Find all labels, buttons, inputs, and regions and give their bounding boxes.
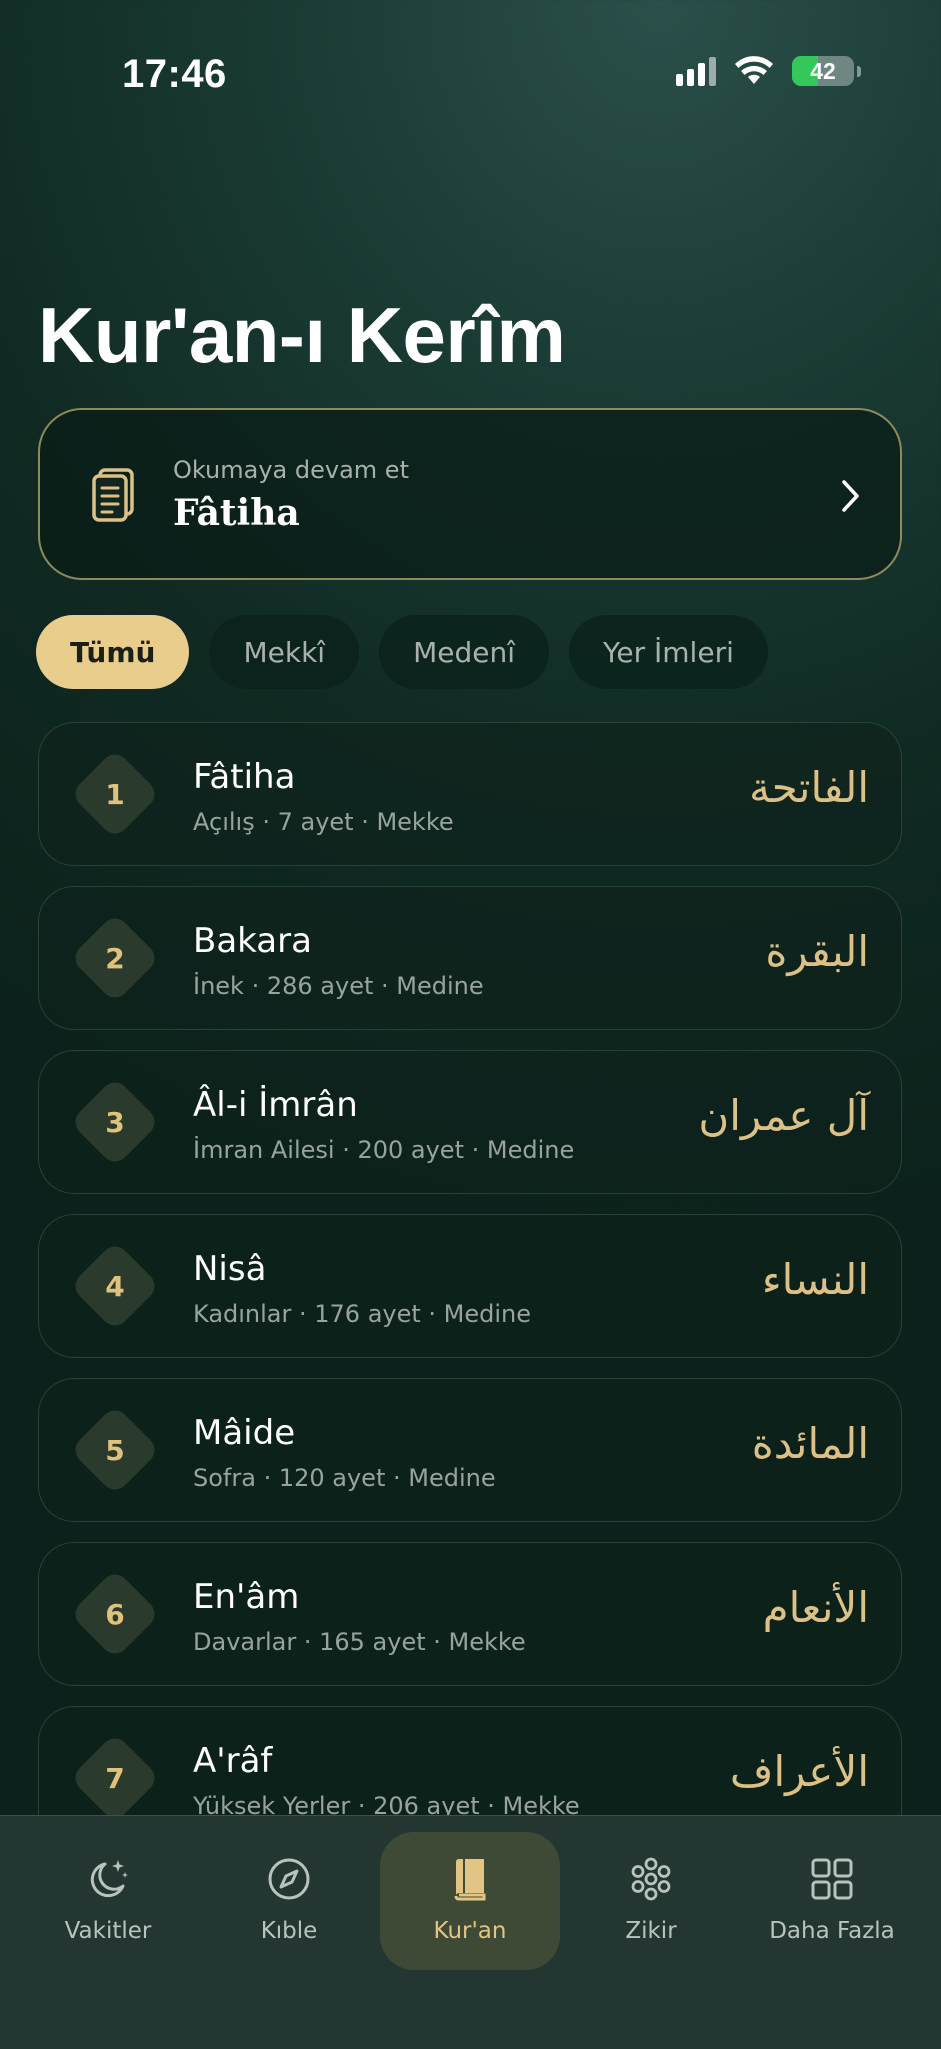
surah-number: 7 (105, 1761, 125, 1795)
tab-kible[interactable]: Kıble (199, 1816, 379, 1966)
surah-row[interactable]: 6 En'âm Davarlar · 165 ayet · Mekke الأن… (38, 1542, 902, 1686)
chevron-right-icon (842, 480, 859, 512)
surah-meta: Açılış · 7 ayet · Mekke (193, 808, 454, 836)
tab-daha-fazla[interactable]: Daha Fazla (742, 1816, 922, 1966)
surah-number: 6 (105, 1597, 125, 1631)
continue-reading-label: Okumaya devam et (173, 456, 409, 484)
document-icon (92, 468, 134, 522)
surah-row[interactable]: 2 Bakara İnek · 286 ayet · Medine البقرة (38, 886, 902, 1030)
surah-name: Bakara (193, 921, 312, 961)
surah-meta: İmran Ailesi · 200 ayet · Medine (193, 1136, 575, 1164)
surah-meta: Kadınlar · 176 ayet · Medine (193, 1300, 532, 1328)
surah-number-badge: 5 (69, 1404, 161, 1496)
surah-number: 5 (105, 1433, 125, 1467)
surah-arabic-name: الأعراف (729, 1747, 869, 1796)
tab-label: Daha Fazla (769, 1918, 895, 1944)
surah-meta: İnek · 286 ayet · Medine (193, 972, 484, 1000)
surah-arabic-name: البقرة (765, 927, 869, 976)
moon-star-icon (90, 1860, 128, 1898)
tab-vakitler[interactable]: Vakitler (18, 1816, 198, 1966)
surah-number: 2 (105, 941, 125, 975)
surah-number: 4 (105, 1269, 125, 1303)
surah-name: En'âm (193, 1577, 300, 1617)
surah-arabic-name: الفاتحة (749, 763, 869, 812)
surah-number-badge: 4 (69, 1240, 161, 1332)
prayer-beads-icon (631, 1857, 671, 1901)
status-bar: 17:46 42 (0, 0, 941, 150)
surah-number-badge: 3 (69, 1076, 161, 1168)
surah-number-badge: 6 (69, 1568, 161, 1660)
tab-kuran[interactable]: Kur'an (380, 1816, 560, 1970)
compass-icon (268, 1858, 310, 1900)
surah-row[interactable]: 4 Nisâ Kadınlar · 176 ayet · Medine النس… (38, 1214, 902, 1358)
filter-chips: Tümü Mekkî Medenî Yer İmleri (36, 615, 768, 689)
tab-label: Zikir (625, 1918, 677, 1944)
battery-cap (857, 65, 861, 77)
surah-arabic-name: النساء (761, 1255, 869, 1304)
surah-name: A'râf (193, 1741, 273, 1781)
grid-icon (811, 1858, 853, 1900)
filter-bookmarks[interactable]: Yer İmleri (569, 615, 768, 689)
tab-label: Kıble (260, 1918, 318, 1944)
surah-meta: Davarlar · 165 ayet · Mekke (193, 1628, 526, 1656)
surah-arabic-name: الأنعام (762, 1583, 869, 1632)
surah-row[interactable]: 7 A'râf Yüksek Yerler · 206 ayet · Mekke… (38, 1706, 902, 1815)
filter-meccan[interactable]: Mekkî (209, 615, 360, 689)
surah-name: Nisâ (193, 1249, 267, 1289)
surah-meta: Sofra · 120 ayet · Medine (193, 1464, 496, 1492)
tab-label: Vakitler (64, 1918, 152, 1944)
surah-name: Fâtiha (193, 757, 296, 797)
battery-level: 42 (810, 57, 836, 84)
surah-row[interactable]: 3 Âl-i İmrân İmran Ailesi · 200 ayet · M… (38, 1050, 902, 1194)
filter-medinan[interactable]: Medenî (379, 615, 549, 689)
continue-reading-surah: Fâtiha (173, 492, 300, 534)
tab-bar: Vakitler Kıble Kur'an Zikir Daha Fazla (0, 1815, 941, 2049)
surah-number: 3 (105, 1105, 125, 1139)
surah-name: Mâide (193, 1413, 296, 1453)
surah-arabic-name: آل عمران (698, 1091, 869, 1140)
filter-all[interactable]: Tümü (36, 615, 190, 689)
page-title: Kur'an-ı Kerîm (38, 291, 566, 379)
surah-row[interactable]: 5 Mâide Sofra · 120 ayet · Medine المائد… (38, 1378, 902, 1522)
book-icon (454, 1859, 486, 1901)
wifi-icon (735, 56, 773, 84)
surah-meta: Yüksek Yerler · 206 ayet · Mekke (193, 1792, 580, 1815)
surah-arabic-name: المائدة (751, 1419, 869, 1468)
battery-icon: 42 (792, 56, 854, 86)
cellular-signal-icon (676, 56, 716, 86)
tab-label: Kur'an (433, 1918, 507, 1944)
surah-name: Âl-i İmrân (193, 1085, 358, 1125)
surah-number: 1 (105, 777, 125, 811)
status-time: 17:46 (122, 52, 227, 96)
surah-list: 1 Fâtiha Açılış · 7 ayet · Mekke الفاتحة… (38, 722, 902, 1815)
tab-zikir[interactable]: Zikir (561, 1816, 741, 1966)
surah-number-badge: 7 (69, 1732, 161, 1815)
continue-reading-card[interactable]: Okumaya devam et Fâtiha (38, 408, 902, 580)
surah-number-badge: 1 (69, 748, 161, 840)
surah-row[interactable]: 1 Fâtiha Açılış · 7 ayet · Mekke الفاتحة (38, 722, 902, 866)
surah-number-badge: 2 (69, 912, 161, 1004)
status-icons: 42 (676, 56, 861, 86)
